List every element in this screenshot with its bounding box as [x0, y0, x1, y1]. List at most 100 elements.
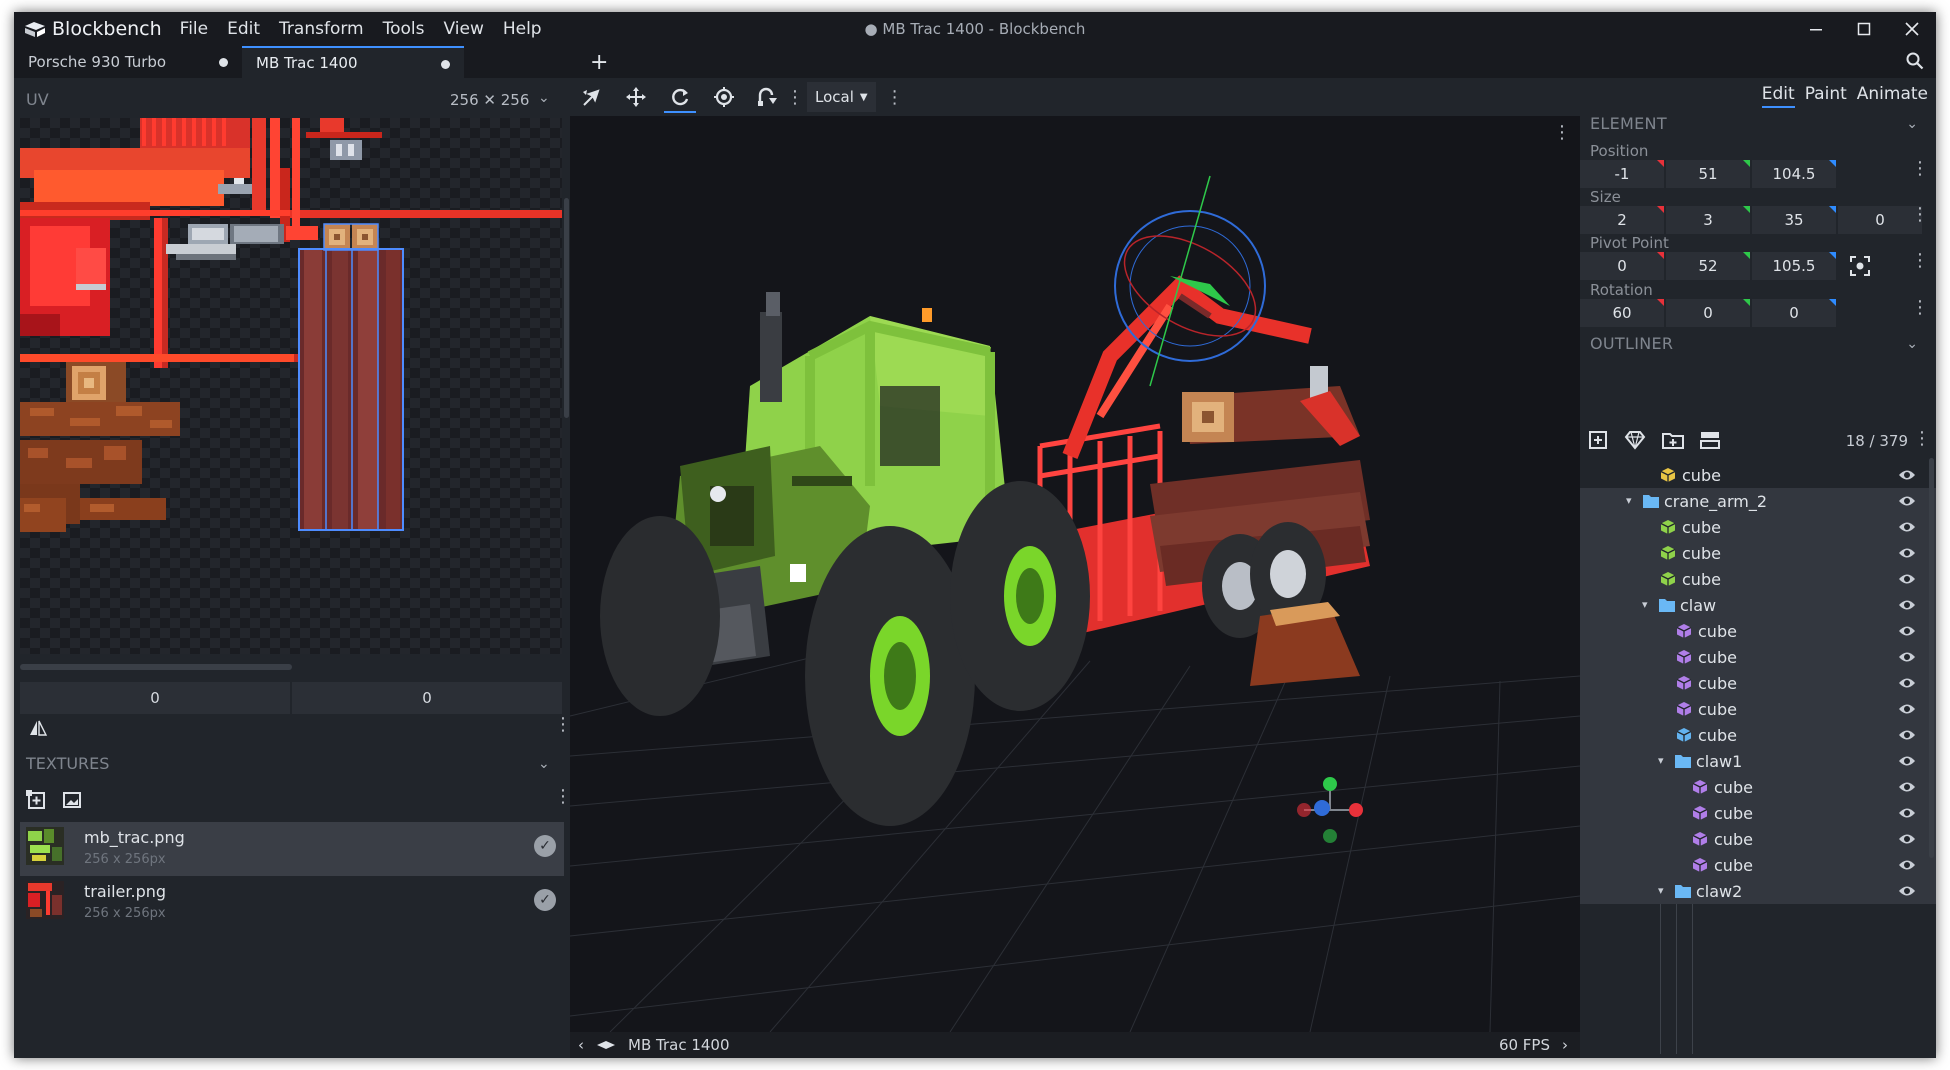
outliner-cube[interactable]: cube [1580, 462, 1936, 488]
vertex-snap-tool[interactable] [746, 78, 790, 116]
outliner-group-claw1[interactable]: ▾ claw1 [1580, 748, 1936, 774]
menu-transform[interactable]: Transform [279, 19, 364, 39]
pivot-tool[interactable] [702, 78, 746, 116]
outliner-cube[interactable]: cube [1580, 540, 1936, 566]
visibility-eye-icon[interactable] [1898, 728, 1916, 742]
outliner-cube[interactable]: cube [1580, 514, 1936, 540]
mode-paint[interactable]: Paint [1805, 84, 1847, 108]
visibility-eye-icon[interactable] [1898, 598, 1916, 612]
texture-item-trailer[interactable]: trailer.png 256 x 256px ✓ [20, 876, 564, 930]
outliner-cube[interactable]: cube [1580, 644, 1936, 670]
menu-help[interactable]: Help [503, 19, 542, 39]
mirror-uv-button[interactable] [28, 718, 48, 742]
toolbar-more-icon[interactable]: ⋮ [886, 87, 904, 108]
add-mesh-button[interactable] [1624, 430, 1646, 454]
expand-arrow-icon[interactable]: ▾ [1642, 598, 1648, 611]
pivot-more-icon[interactable]: ⋮ [1911, 250, 1929, 271]
menu-tools[interactable]: Tools [383, 19, 425, 39]
uv-more-icon[interactable]: ⋮ [554, 714, 572, 735]
uv-size[interactable]: 256 ✕ 256 [450, 91, 529, 109]
minimize-button[interactable] [1792, 12, 1840, 46]
outliner-cube[interactable]: cube [1580, 566, 1936, 592]
tab-porsche[interactable]: Porsche 930 Turbo [14, 46, 242, 78]
rotation-z-field[interactable]: 0 [1752, 299, 1836, 327]
rotation-more-icon[interactable]: ⋮ [1911, 297, 1929, 318]
chevron-down-icon[interactable]: ⌄ [1906, 336, 1918, 352]
outliner-scrollbar[interactable] [1929, 458, 1934, 858]
chevron-down-icon[interactable]: ⌄ [538, 90, 550, 106]
uv-x-field[interactable]: 0 [20, 682, 290, 714]
visibility-eye-icon[interactable] [1898, 806, 1916, 820]
size-x-field[interactable]: 2 [1580, 206, 1664, 234]
menu-view[interactable]: View [444, 19, 484, 39]
visibility-eye-icon[interactable] [1898, 858, 1916, 872]
visibility-eye-icon[interactable] [1898, 494, 1916, 508]
pivot-y-field[interactable]: 52 [1666, 252, 1750, 280]
outliner-group-claw[interactable]: ▾ claw [1580, 592, 1936, 618]
outliner-cube[interactable]: cube [1580, 826, 1936, 852]
uv-editor-canvas[interactable] [20, 118, 562, 654]
chevron-right-icon[interactable]: › [1562, 1036, 1568, 1054]
textures-more-icon[interactable]: ⋮ [554, 786, 572, 807]
visibility-eye-icon[interactable] [1898, 572, 1916, 586]
outliner-cube[interactable]: cube [1580, 800, 1936, 826]
axis-gizmo[interactable] [1297, 777, 1363, 843]
outliner-group-crane-arm-2[interactable]: ▾ crane_arm_2 [1580, 488, 1936, 514]
outliner-cube[interactable]: cube [1580, 696, 1936, 722]
outliner-more-icon[interactable]: ⋮ [1913, 428, 1931, 449]
menu-file[interactable]: File [180, 19, 208, 39]
visibility-eye-icon[interactable] [1898, 832, 1916, 846]
rotation-y-field[interactable]: 0 [1666, 299, 1750, 327]
visibility-eye-icon[interactable] [1898, 520, 1916, 534]
expand-arrow-icon[interactable]: ▾ [1658, 884, 1664, 897]
visibility-eye-icon[interactable] [1898, 546, 1916, 560]
outliner-cube[interactable]: cube [1580, 722, 1936, 748]
visibility-eye-icon[interactable] [1898, 650, 1916, 664]
import-texture-button[interactable] [62, 790, 82, 814]
transform-space-select[interactable]: Local ▼ [807, 82, 876, 112]
resize-tool[interactable] [614, 78, 658, 116]
new-tab-button[interactable]: + [590, 50, 608, 75]
maximize-button[interactable] [1840, 12, 1888, 46]
rotate-tool[interactable] [658, 78, 702, 116]
outliner-cube[interactable]: cube [1580, 618, 1936, 644]
visibility-eye-icon[interactable] [1898, 702, 1916, 716]
pivot-z-field[interactable]: 105.5 [1752, 252, 1836, 280]
visibility-eye-icon[interactable] [1898, 468, 1916, 482]
mode-animate[interactable]: Animate [1857, 84, 1928, 108]
check-icon[interactable]: ✓ [534, 835, 556, 857]
position-x-field[interactable]: -1 [1580, 160, 1664, 188]
visibility-eye-icon[interactable] [1898, 884, 1916, 898]
expand-arrow-icon[interactable]: ▾ [1626, 494, 1632, 507]
outliner-cube[interactable]: cube [1580, 670, 1936, 696]
menu-edit[interactable]: Edit [227, 19, 260, 39]
uv-horizontal-scrollbar[interactable] [20, 664, 292, 670]
outliner-group-claw2[interactable]: ▾ claw2 [1580, 878, 1936, 904]
uv-y-field[interactable]: 0 [292, 682, 562, 714]
position-y-field[interactable]: 51 [1666, 160, 1750, 188]
add-cube-button[interactable] [1588, 430, 1608, 454]
expand-arrow-icon[interactable]: ▾ [1658, 754, 1664, 767]
rotation-x-field[interactable]: 60 [1580, 299, 1664, 327]
size-more-icon[interactable]: ⋮ [1911, 204, 1929, 225]
center-pivot-button[interactable] [1850, 256, 1870, 280]
visibility-eye-icon[interactable] [1898, 624, 1916, 638]
pivot-x-field[interactable]: 0 [1580, 252, 1664, 280]
tab-mb-trac[interactable]: MB Trac 1400 [242, 46, 464, 78]
chevron-down-icon[interactable]: ⌄ [1906, 116, 1918, 132]
search-button[interactable] [1906, 52, 1924, 74]
mode-edit[interactable]: Edit [1761, 84, 1795, 108]
add-group-button[interactable] [1662, 430, 1684, 454]
visibility-eye-icon[interactable] [1898, 754, 1916, 768]
chevron-left-icon[interactable]: ‹ [578, 1036, 584, 1054]
inflate-field[interactable]: 0 [1838, 206, 1922, 234]
close-button[interactable] [1888, 12, 1936, 46]
outliner-cube[interactable]: cube [1580, 774, 1936, 800]
size-y-field[interactable]: 3 [1666, 206, 1750, 234]
visibility-eye-icon[interactable] [1898, 676, 1916, 690]
outliner-item-partial[interactable] [1580, 454, 1936, 462]
move-tool[interactable] [570, 78, 614, 116]
viewport-more-icon[interactable]: ⋮ [1553, 122, 1571, 143]
add-texture-button[interactable] [26, 790, 46, 814]
position-z-field[interactable]: 104.5 [1752, 160, 1836, 188]
